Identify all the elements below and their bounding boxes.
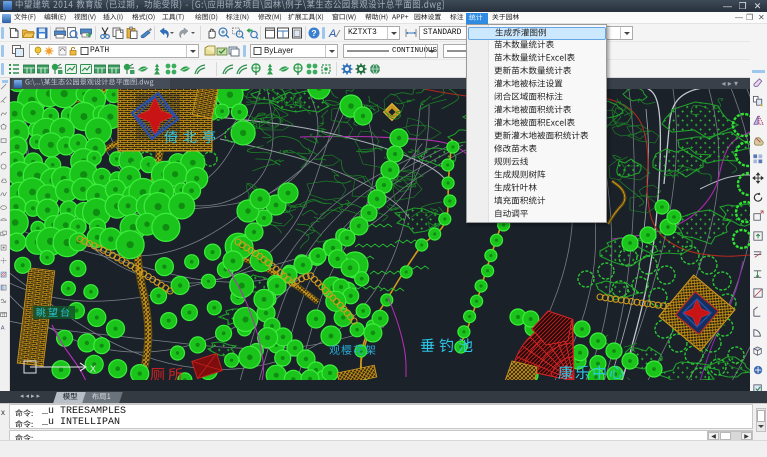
svg-text:A: A — [328, 28, 336, 40]
svg-text:?: ? — [311, 28, 316, 38]
svg-text:X: X — [90, 364, 96, 374]
svg-text:A: A — [1, 326, 5, 332]
